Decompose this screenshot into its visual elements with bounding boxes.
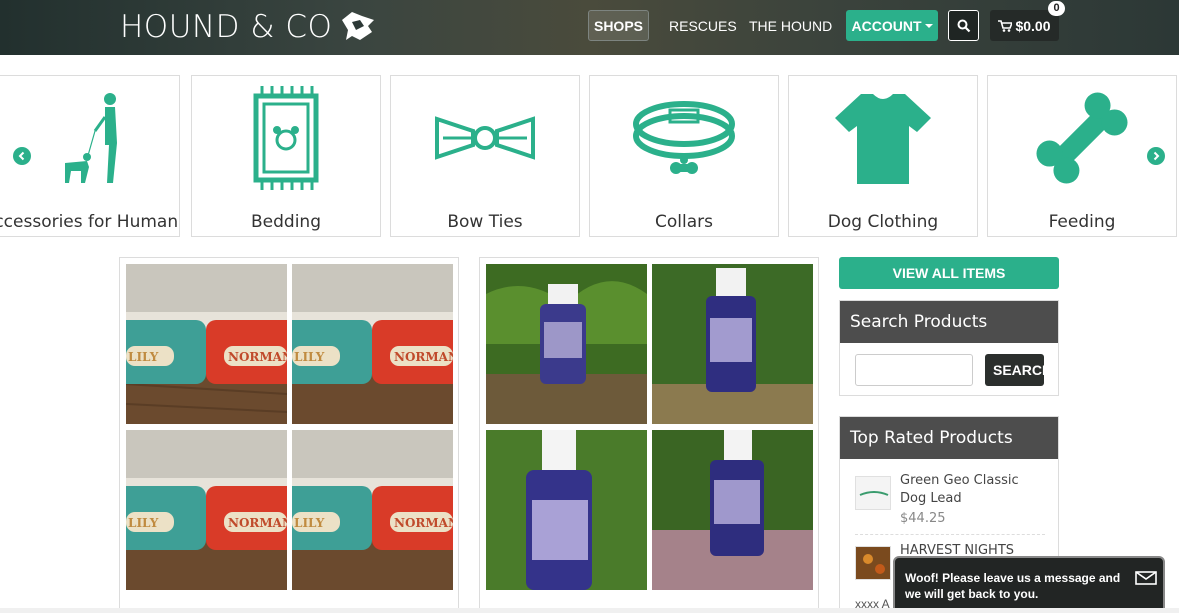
spray-bottle-photo	[652, 264, 813, 424]
bowl-name-lily: LILY	[294, 350, 325, 364]
category-label: Bedding	[251, 212, 321, 232]
nav-the-hound-label: THE HOUND	[749, 18, 833, 34]
divider	[855, 534, 1045, 535]
view-all-items-button[interactable]: VIEW ALL ITEMS	[839, 257, 1059, 289]
product-photo: LILY NORMAN	[126, 430, 287, 590]
carousel-prev-button[interactable]	[13, 147, 31, 165]
account-label: ACCOUNT	[851, 17, 922, 34]
nav-shops[interactable]: SHOPS	[588, 10, 649, 41]
category-card-dog-clothing[interactable]: Dog Clothing	[788, 75, 978, 237]
product-photo: LILY NORMAN	[292, 430, 453, 590]
category-card-bedding[interactable]: Bedding	[191, 75, 381, 237]
page-bottom-edge	[0, 608, 1179, 613]
cart-button[interactable]: $0.00	[990, 10, 1059, 41]
cart-total: $0.00	[1015, 17, 1051, 34]
logo[interactable]: HOUND & CO	[120, 8, 378, 46]
nav-rescues-label: RESCUES	[669, 18, 737, 34]
panel-title: Top Rated Products	[840, 417, 1058, 459]
top-rated-item[interactable]: Green Geo Classic Dog Lead $44.25	[855, 472, 1045, 532]
chat-message: Woof! Please leave us a message and we w…	[905, 571, 1121, 601]
category-label: Dog Clothing	[827, 212, 939, 232]
nav-shops-label: SHOPS	[593, 17, 643, 34]
cart-icon	[998, 19, 1013, 32]
bowls-photo: LILY NORMAN	[126, 430, 287, 590]
product-thumbnail	[855, 546, 891, 580]
product-card-spray[interactable]	[479, 257, 819, 613]
product-photo	[652, 264, 813, 424]
bone-icon	[1036, 92, 1128, 184]
bowl-name-norman: NORMAN	[394, 516, 453, 530]
bowl-name-lily: LILY	[128, 516, 159, 530]
product-photo	[486, 264, 647, 424]
category-label: Collars	[655, 212, 713, 232]
logo-text: HOUND & CO	[120, 9, 333, 45]
t-shirt-icon	[835, 94, 931, 184]
category-card-collars[interactable]: Collars	[589, 75, 779, 237]
bowls-photo: LILY NORMAN	[292, 430, 453, 590]
bowl-name-lily: LILY	[128, 350, 159, 364]
bowls-photo: LILY NORMAN	[292, 264, 453, 424]
bowl-name-norman: NORMAN	[228, 350, 287, 364]
cart-count-badge: 0	[1048, 1, 1065, 16]
bowl-name-norman: NORMAN	[228, 516, 287, 530]
category-label: Bow Ties	[447, 212, 523, 232]
chevron-right-icon	[1153, 151, 1160, 161]
person-walking-dog-icon	[65, 93, 117, 183]
dog-head-icon	[342, 12, 375, 40]
bow-tie-icon	[435, 116, 535, 160]
spray-bottle-photo	[486, 430, 647, 590]
product-photo	[486, 430, 647, 590]
site-header: HOUND & CO SHOPS RESCUES THE HOUND ACCOU…	[0, 0, 1179, 55]
nav-rescues[interactable]: RESCUES	[669, 10, 737, 42]
spray-bottle-photo	[486, 264, 647, 424]
bowl-name-norman: NORMAN	[394, 350, 453, 364]
search-input[interactable]	[855, 354, 973, 386]
search-button[interactable]	[948, 10, 979, 41]
search-products-panel: Search Products SEARCH	[839, 300, 1059, 396]
spray-bottle-photo	[652, 430, 813, 590]
bowl-name-lily: LILY	[294, 516, 325, 530]
product-name[interactable]: Green Geo Classic Dog Lead	[900, 472, 1045, 508]
product-thumbnail	[855, 476, 891, 510]
panel-title: Search Products	[840, 301, 1058, 343]
chat-widget[interactable]: Woof! Please leave us a message and we w…	[893, 556, 1165, 613]
product-photo: LILY NORMAN	[292, 264, 453, 424]
account-dropdown[interactable]: ACCOUNT	[846, 10, 938, 41]
bed-mat-icon	[253, 86, 319, 190]
caret-down-icon	[924, 23, 933, 28]
product-card-bowls[interactable]: LILY NORMAN LILY NORMAN LILY NORMAN LILY…	[119, 257, 459, 613]
product-photo	[652, 430, 813, 590]
category-label: Feeding	[1048, 212, 1116, 232]
product-price: $44.25	[900, 511, 946, 526]
carousel-next-button[interactable]	[1147, 147, 1165, 165]
product-photo: LILY NORMAN	[126, 264, 287, 424]
search-submit-button[interactable]: SEARCH	[985, 354, 1044, 386]
search-icon	[957, 19, 970, 32]
collar-icon	[633, 101, 735, 174]
category-label: Accessories for Humans	[0, 212, 180, 232]
category-card-bow-ties[interactable]: Bow Ties	[390, 75, 580, 237]
nav-the-hound[interactable]: THE HOUND	[749, 10, 832, 42]
chevron-left-icon	[18, 151, 25, 161]
bowls-photo: LILY NORMAN	[126, 264, 287, 424]
envelope-icon	[1135, 571, 1157, 585]
